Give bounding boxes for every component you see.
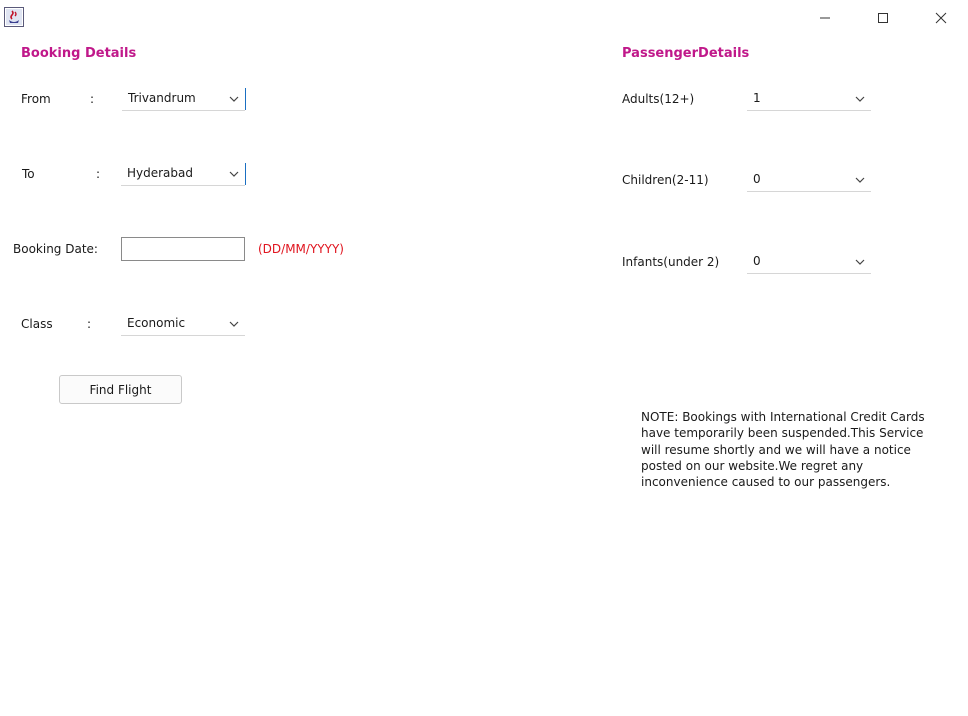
date-format-hint: (DD/MM/YYYY): [258, 242, 344, 256]
to-colon: :: [96, 167, 101, 181]
children-label: Children(2-11): [622, 173, 709, 187]
title-bar: [0, 0, 968, 36]
infants-value: 0: [753, 254, 761, 268]
minimize-button[interactable]: [796, 0, 854, 36]
from-combobox[interactable]: Trivandrum: [122, 87, 246, 111]
booking-date-input[interactable]: [121, 237, 245, 261]
from-label: From: [21, 92, 51, 106]
class-label: Class: [21, 317, 53, 331]
to-label: To: [22, 167, 35, 181]
class-value: Economic: [127, 316, 186, 330]
booking-details-title: Booking Details: [21, 46, 137, 61]
infants-combobox[interactable]: 0: [747, 250, 871, 274]
chevron-down-icon: [855, 259, 865, 265]
passenger-details-title: PassengerDetails: [622, 46, 750, 61]
class-colon: :: [87, 317, 92, 331]
find-flight-button[interactable]: Find Flight: [59, 375, 182, 404]
to-value: Hyderabad: [127, 166, 193, 180]
chevron-down-icon: [229, 171, 239, 177]
maximize-button[interactable]: [854, 0, 912, 36]
minimize-icon: [820, 17, 830, 19]
chevron-down-icon: [229, 96, 239, 102]
children-value: 0: [753, 172, 761, 186]
chevron-down-icon: [855, 96, 865, 102]
children-combobox[interactable]: 0: [747, 168, 871, 192]
chevron-down-icon: [229, 321, 239, 327]
adults-label: Adults(12+): [622, 92, 695, 106]
from-value: Trivandrum: [128, 91, 196, 105]
chevron-down-icon: [855, 177, 865, 183]
booking-date-label: Booking Date:: [13, 242, 98, 256]
class-combobox[interactable]: Economic: [121, 312, 245, 336]
adults-value: 1: [753, 91, 761, 105]
adults-combobox[interactable]: 1: [747, 87, 871, 111]
credit-card-notice: NOTE: Bookings with International Credit…: [641, 410, 925, 490]
infants-label: Infants(under 2): [622, 255, 720, 269]
close-icon: [935, 12, 947, 24]
maximize-icon: [878, 13, 888, 23]
java-cup-icon: [4, 7, 24, 27]
to-combobox[interactable]: Hyderabad: [121, 162, 246, 186]
from-colon: :: [90, 92, 95, 106]
close-button[interactable]: [912, 0, 968, 36]
focus-indicator: [245, 163, 246, 185]
focus-indicator: [245, 88, 246, 110]
